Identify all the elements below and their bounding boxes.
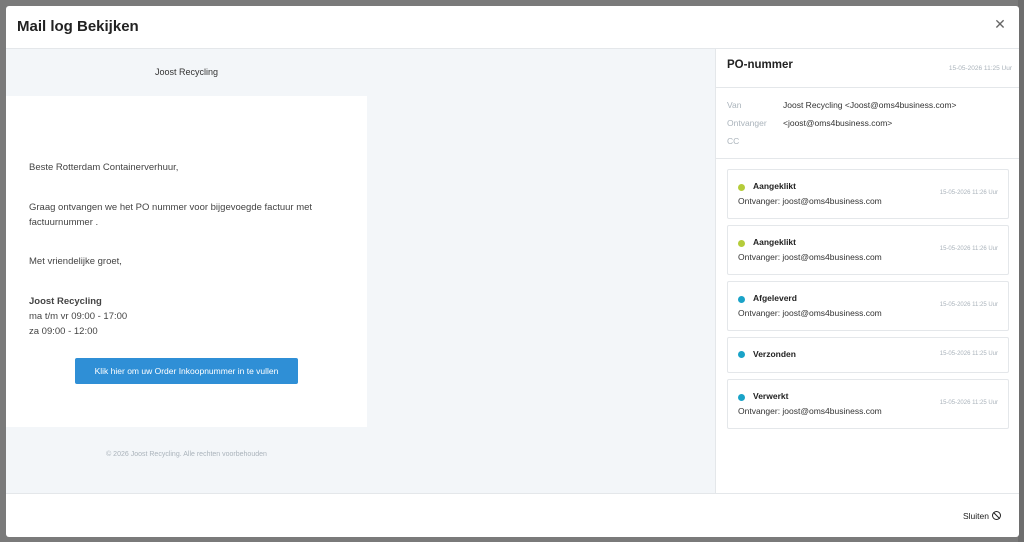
event-item: Aangeklikt Ontvanger: joost@oms4business… [727,225,1009,275]
email-body: Graag ontvangen we het PO nummer voor bi… [29,202,313,228]
event-status: Verwerkt [753,391,789,401]
cc-row: CC [727,136,783,146]
ban-icon [992,511,1001,520]
status-dot [738,351,745,358]
event-item: Verwerkt Ontvanger: joost@oms4business.c… [727,379,1009,429]
mail-subject: PO-nummer [727,59,793,71]
close-button-label: Sluiten [963,511,989,521]
from-row: Van Joost Recycling <Joost@oms4business.c… [727,100,957,110]
email-brand: Joost Recycling [154,67,219,77]
event-recipient: Ontvanger: joost@oms4business.com [738,308,882,318]
event-recipient: Ontvanger: joost@oms4business.com [738,252,882,262]
cc-label: CC [727,136,740,146]
close-button[interactable]: Sluiten [963,511,1001,521]
event-item: Verzonden 15-05-2026 11:25 Uur [727,337,1009,373]
signature-name: Joost Recycling [29,296,102,307]
mail-meta: Van Joost Recycling <Joost@oms4business.c… [716,88,1019,159]
event-status: Aangeklikt [753,181,796,191]
modal-header: Mail log Bekijken ✕ [6,6,1019,49]
mail-details-panel: PO-nummer 15-05-2026 11:25 Uur Van Joost … [715,49,1019,493]
modal-footer: Sluiten [6,493,1019,537]
status-dot [738,296,745,303]
event-list: Aangeklikt Ontvanger: joost@oms4business… [727,169,1009,435]
modal-title: Mail log Bekijken [17,18,139,35]
event-date: 15-05-2026 11:25 Uur [939,351,998,357]
event-date: 15-05-2026 11:26 Uur [939,190,998,196]
panel-header: PO-nummer 15-05-2026 11:25 Uur [716,49,1019,88]
order-number-cta-button[interactable]: Klik hier om uw Order Inkoopnummer in te… [75,358,298,384]
event-item: Aangeklikt Ontvanger: joost@oms4business… [727,169,1009,219]
event-status: Verzonden [753,349,796,359]
to-row: Ontvanger <joost@oms4business.com> [727,118,892,128]
to-value: <joost@oms4business.com> [783,118,893,128]
event-recipient: Ontvanger: joost@oms4business.com [738,406,882,416]
email-closing: Met vriendelijke groet, [29,256,122,267]
email-footer: © 2026 Joost Recycling. Alle rechten voo… [106,451,267,458]
status-dot [738,394,745,401]
event-status: Aangeklikt [753,237,796,247]
mail-date: 15-05-2026 11:25 Uur [948,65,1012,72]
event-item: Afgeleverd Ontvanger: joost@oms4business… [727,281,1009,331]
mail-log-modal: Mail log Bekijken ✕ Joost Recycling Best… [6,6,1019,537]
event-date: 15-05-2026 11:26 Uur [939,246,998,252]
to-label: Ontvanger [727,118,767,128]
close-icon[interactable]: ✕ [991,15,1009,33]
hours-saturday: za 09:00 - 12:00 [29,326,98,337]
status-dot [738,240,745,247]
event-date: 15-05-2026 11:25 Uur [939,400,998,406]
hours-weekdays: ma t/m vr 09:00 - 17:00 [29,311,128,322]
from-value: Joost Recycling <Joost@oms4business.com> [783,100,957,110]
from-label: Van [727,100,742,110]
event-status: Afgeleverd [753,293,797,303]
email-greeting: Beste Rotterdam Containerverhuur, [29,162,179,173]
email-preview: Joost Recycling Beste Rotterdam Containe… [6,49,715,493]
status-dot [738,184,745,191]
event-date: 15-05-2026 11:25 Uur [939,302,998,308]
email-card: Beste Rotterdam Containerverhuur, Graag … [6,96,367,427]
event-recipient: Ontvanger: joost@oms4business.com [738,196,882,206]
